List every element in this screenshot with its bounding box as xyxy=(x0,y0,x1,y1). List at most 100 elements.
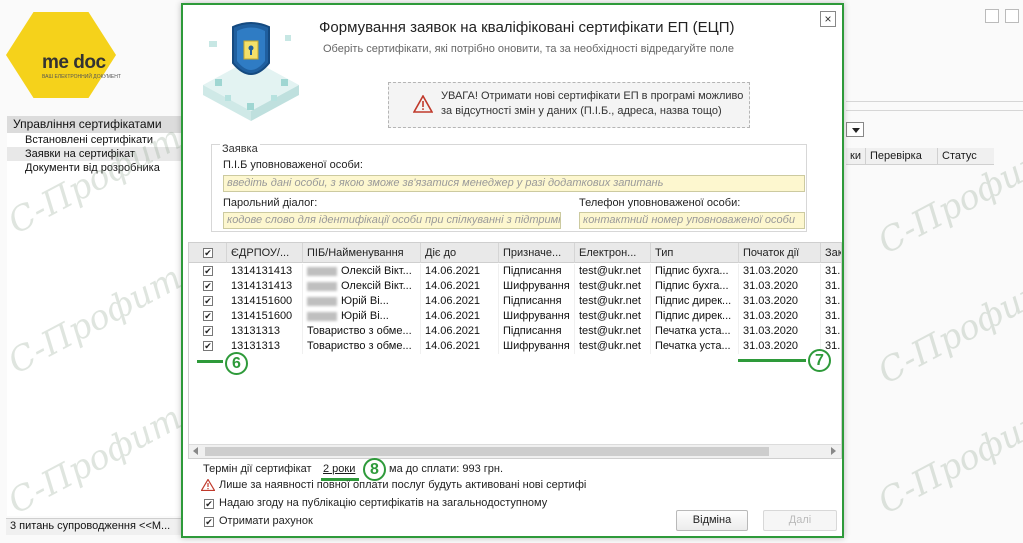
table-cell-name-text: Олексій Вікт... xyxy=(341,280,412,292)
marker-8-badge: 8 xyxy=(363,458,386,481)
table-cell-end: 31. xyxy=(821,279,841,294)
medoc-logo: me doc ВАШ ЕЛЕКТРОННИЙ ДОКУМЕНТ xyxy=(6,12,124,98)
status-bar: 3 питань супроводження <<M... xyxy=(6,518,192,535)
select-all-checkbox[interactable]: ✔ xyxy=(203,248,213,258)
row-checkbox[interactable]: ✔ xyxy=(203,341,213,351)
scroll-left-icon[interactable] xyxy=(193,447,198,455)
row-checkbox[interactable]: ✔ xyxy=(203,296,213,306)
table-cell-name: Олексій Вікт... xyxy=(303,279,421,294)
table-cell-type: Підпис бухга... xyxy=(651,264,739,279)
password-field[interactable]: кодове слово для ідентифікації особи при… xyxy=(223,212,561,229)
scrollbar-thumb[interactable] xyxy=(205,447,769,456)
column-header-type[interactable]: Тип xyxy=(651,243,739,263)
table-cell-name-text: Юрій Ві... xyxy=(341,310,389,322)
table-cell-valid: 14.06.2021 xyxy=(421,324,499,339)
column-header-end[interactable]: Зак xyxy=(821,243,841,263)
table-cell-code: 13131313 xyxy=(227,324,303,339)
column-header-valid-to[interactable]: Діє до xyxy=(421,243,499,263)
table-cell-email: test@ukr.net xyxy=(575,339,651,354)
maximize-icon[interactable] xyxy=(985,9,999,23)
table-cell-type: Підпис дирек... xyxy=(651,294,739,309)
sidebar-title: Управління сертифікатами xyxy=(7,116,186,133)
table-cell-email: test@ukr.net xyxy=(575,324,651,339)
dialog-title: Формування заявок на кваліфіковані серти… xyxy=(319,19,735,36)
column-header-edrpou[interactable]: ЄДРПОУ/... xyxy=(227,243,303,263)
column-header-email[interactable]: Електрон... xyxy=(575,243,651,263)
row-checkbox[interactable]: ✔ xyxy=(203,266,213,276)
cancel-button[interactable]: Відміна xyxy=(676,510,748,531)
request-group: Заявка П.І.Б уповноваженої особи: введіт… xyxy=(211,143,807,232)
table-cell-start: 31.03.2020 xyxy=(739,309,821,324)
scroll-right-icon[interactable] xyxy=(831,447,836,455)
next-button[interactable]: Далі xyxy=(763,510,837,531)
term-label: Термін дії сертифікат xyxy=(203,463,312,475)
table-row[interactable]: ✔ 1314151600 Юрій Ві... 14.06.2021 Підписанн… xyxy=(189,294,841,309)
table-cell-email: test@ukr.net xyxy=(575,294,651,309)
marker-7-line xyxy=(738,359,806,362)
consent-label: Надаю згоду на публікацію сертифікатів н… xyxy=(219,497,548,509)
watermark: С-Профит xyxy=(871,397,1023,523)
sidebar: Управління сертифікатами Встановлені сер… xyxy=(7,116,187,516)
close-icon[interactable]: × xyxy=(820,11,836,27)
row-checkbox[interactable]: ✔ xyxy=(203,281,213,291)
column-header-name[interactable]: ПІБ/Найменування xyxy=(303,243,421,263)
column-header-check: Перевірка xyxy=(866,148,938,164)
close-window-icon[interactable] xyxy=(1005,9,1019,23)
table-row[interactable]: ✔ 1314131413 Олексій Вікт... 14.06.2021 Підп… xyxy=(189,264,841,279)
table-cell-email: test@ukr.net xyxy=(575,279,651,294)
payment-warning-icon xyxy=(201,479,215,491)
table-row[interactable]: ✔ 13131313 Товариство з обме... 14.06.2021 Ш… xyxy=(189,339,841,354)
invoice-label: Отримати рахунок xyxy=(219,515,313,527)
table-cell-valid: 14.06.2021 xyxy=(421,309,499,324)
table-cell-purpose: Підписання xyxy=(499,264,575,279)
table-row[interactable]: ✔ 13131313 Товариство з обме... 14.06.2021 П… xyxy=(189,324,841,339)
password-label: Парольний діалог: xyxy=(223,197,318,209)
sidebar-item-cert-requests[interactable]: Заявки на сертифікат xyxy=(7,147,186,161)
security-shield-illustration xyxy=(195,13,307,131)
watermark: С-Профит xyxy=(871,267,1023,393)
request-group-title: Заявка xyxy=(220,143,260,155)
redacted-text xyxy=(307,266,337,276)
person-field[interactable]: введіть дані особи, з якою зможе зв'язат… xyxy=(223,175,805,192)
table-cell-code: 1314151600 xyxy=(227,294,303,309)
table-cell-valid: 14.06.2021 xyxy=(421,279,499,294)
logo-subtitle: ВАШ ЕЛЕКТРОННИЙ ДОКУМЕНТ xyxy=(42,74,121,80)
redacted-text xyxy=(307,281,337,291)
table-cell-end: 31. xyxy=(821,264,841,279)
term-link[interactable]: 2 роки xyxy=(323,463,355,475)
table-row[interactable]: ✔ 1314131413 Олексій Вікт... 14.06.2021 Шифр… xyxy=(189,279,841,294)
warning-banner: УВАГА! Отримати нові сертифікати ЕП в пр… xyxy=(388,82,750,128)
row-checkbox[interactable]: ✔ xyxy=(203,326,213,336)
table-cell-name: Олексій Вікт... xyxy=(303,264,421,279)
consent-checkbox[interactable]: ✔ xyxy=(204,499,214,509)
table-cell-valid: 14.06.2021 xyxy=(421,339,499,354)
invoice-checkbox[interactable]: ✔ xyxy=(204,517,214,527)
table-cell-start: 31.03.2020 xyxy=(739,324,821,339)
table-cell-type: Підпис дирек... xyxy=(651,309,739,324)
phone-field[interactable]: контактний номер уповноваженої особи xyxy=(579,212,805,229)
horizontal-scrollbar[interactable] xyxy=(189,444,841,458)
sum-text: ма до сплати: 993 грн. xyxy=(389,463,504,475)
marker-6-badge: 6 xyxy=(225,352,248,375)
certificate-request-dialog: Формування заявок на кваліфіковані серти… xyxy=(181,3,844,538)
person-label: П.І.Б уповноваженої особи: xyxy=(223,159,363,171)
filter-dropdown[interactable] xyxy=(846,122,864,137)
table-cell-purpose: Шифрування xyxy=(499,279,575,294)
table-cell-name: Юрій Ві... xyxy=(303,294,421,309)
sidebar-item-developer-docs[interactable]: Документи від розробника xyxy=(7,161,186,175)
phone-label: Телефон уповноваженої особи: xyxy=(579,197,741,209)
table-cell-start: 31.03.2020 xyxy=(739,279,821,294)
table-cell-purpose: Підписання xyxy=(499,294,575,309)
sidebar-item-installed-certs[interactable]: Встановлені сертифікати xyxy=(7,133,186,147)
table-cell-email: test@ukr.net xyxy=(575,309,651,324)
table-row[interactable]: ✔ 1314151600 Юрій Ві... 14.06.2021 Шифруванн… xyxy=(189,309,841,324)
table-cell-name: Товариство з обме... xyxy=(303,324,421,339)
table-cell-start: 31.03.2020 xyxy=(739,339,821,354)
warning-text: УВАГА! Отримати нові сертифікати ЕП в пр… xyxy=(441,90,744,117)
column-header-start[interactable]: Початок дії xyxy=(739,243,821,263)
table-cell-end: 31. xyxy=(821,324,841,339)
column-header-purpose[interactable]: Призначе... xyxy=(499,243,575,263)
table-cell-name: Юрій Ві... xyxy=(303,309,421,324)
row-checkbox[interactable]: ✔ xyxy=(203,311,213,321)
marker-7-badge: 7 xyxy=(808,349,831,372)
